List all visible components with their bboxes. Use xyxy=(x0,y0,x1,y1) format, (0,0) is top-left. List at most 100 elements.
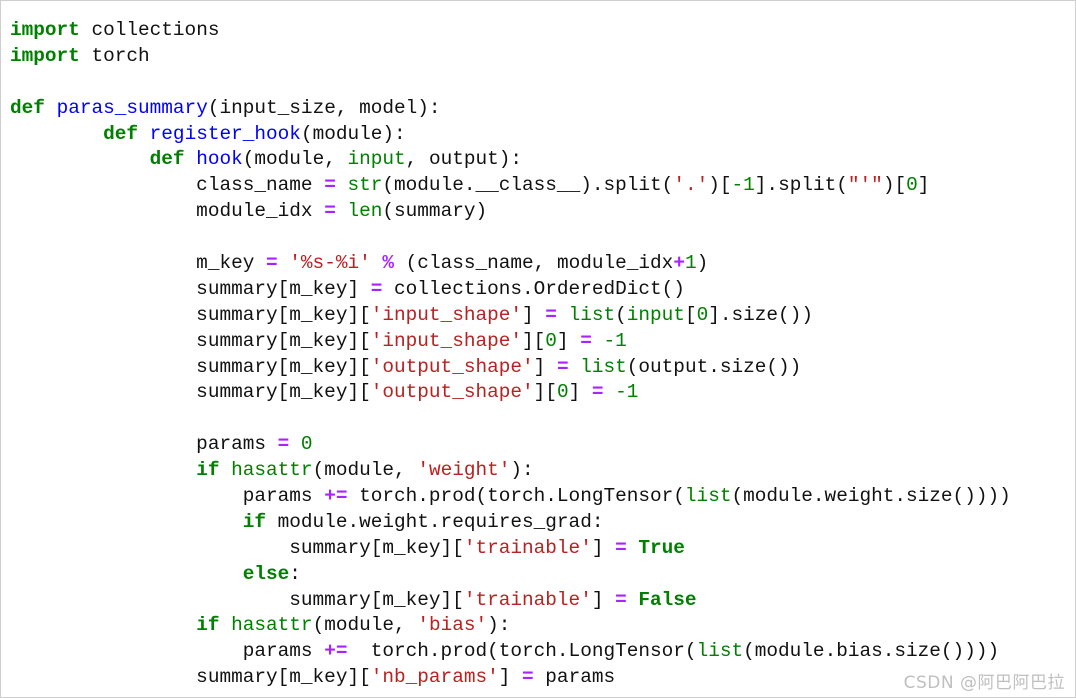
code-line: summary[m_key]['output_shape'][0] = -1 xyxy=(10,380,1011,406)
code-token-plain: class_name xyxy=(10,174,325,197)
code-token-plain: ] xyxy=(533,355,557,378)
code-token-op: = xyxy=(277,433,290,456)
code-token-plain: module.weight.requires_grad: xyxy=(266,510,604,533)
code-token-plain: ] xyxy=(591,588,616,611)
code-token-plain: ( xyxy=(615,303,627,326)
code-token-plain: summary[m_key][ xyxy=(10,381,371,404)
code-token-builtin: list xyxy=(568,303,616,326)
code-token-plain: ) xyxy=(696,252,709,275)
code-token-plain: module_idx xyxy=(10,200,325,223)
code-token-kw: def xyxy=(149,148,185,171)
code-token-builtin: hasattr xyxy=(231,614,313,637)
code-token-kw: import xyxy=(10,19,80,41)
code-token-op: = xyxy=(580,329,592,352)
code-line: def hook(module, input, output): xyxy=(10,147,1011,173)
code-token-plain: summary[m_key][ xyxy=(10,666,371,689)
code-token-plain: , output): xyxy=(405,148,523,171)
code-token-plain: params xyxy=(533,666,616,689)
code-token-plain: )[ xyxy=(882,174,907,197)
code-token-plain: torch.prod(torch.LongTensor( xyxy=(347,640,697,663)
code-token-builtin: list xyxy=(580,355,627,378)
code-token-num: 0 xyxy=(696,303,709,326)
code-token-plain: ): xyxy=(510,459,534,482)
code-token-plain: (module.weight.size()))) xyxy=(731,485,1011,508)
code-token-op: = xyxy=(591,381,604,404)
code-token-builtin: input xyxy=(347,148,406,171)
code-token-str: 'input_shape' xyxy=(370,329,523,352)
code-token-plain: collections xyxy=(79,19,220,41)
code-token-str: 'trainable' xyxy=(463,536,592,559)
code-token-str: 'weight' xyxy=(417,459,511,482)
code-token-builtin: str xyxy=(347,174,383,197)
code-token-plain: ): xyxy=(487,614,511,637)
code-token-builtin: list xyxy=(684,485,732,508)
code-token-plain: summary[m_key][ xyxy=(10,355,371,378)
code-line: summary[m_key]['input_shape'][0] = -1 xyxy=(10,329,1011,355)
code-token-plain: ].size()) xyxy=(708,303,813,326)
code-token-plain: (module): xyxy=(300,122,406,145)
code-cell[interactable]: import collections import torch def paras… xyxy=(0,0,1076,698)
code-token-op: = xyxy=(324,200,336,223)
code-token-op: = xyxy=(545,303,557,326)
code-token-num: -1 xyxy=(615,381,639,404)
code-token-plain: torch xyxy=(79,44,150,67)
code-line: import collections xyxy=(10,18,1011,44)
code-token-plain: torch.prod(torch.LongTensor( xyxy=(347,485,685,508)
code-line: if hasattr(module, 'bias'): xyxy=(10,613,1011,639)
code-editor[interactable]: import collections import torch def paras… xyxy=(10,18,1011,691)
code-token-str: 'bias' xyxy=(417,614,488,637)
code-token-plain: [ xyxy=(684,303,697,326)
code-token-plain: (class_name, module_idx xyxy=(394,252,674,275)
code-token-kw: if xyxy=(242,510,267,533)
code-line: else: xyxy=(10,562,1011,588)
code-token-plain: (input_size, model): xyxy=(207,96,441,119)
code-line: summary[m_key]['input_shape'] = list(inp… xyxy=(10,303,1011,329)
code-token-num: 0 xyxy=(545,329,557,352)
code-token-op: += xyxy=(324,485,348,508)
code-line: class_name = str(module.__class__).split… xyxy=(10,173,1011,199)
code-token-str: 'output_shape' xyxy=(370,381,534,404)
code-line: params += torch.prod(torch.LongTensor(li… xyxy=(10,639,1011,665)
code-token-plain: ] xyxy=(917,174,930,197)
code-token-plain: summary[m_key][ xyxy=(10,303,371,326)
code-line: def register_hook(module): xyxy=(10,122,1011,148)
code-line: summary[m_key]['trainable'] = True xyxy=(10,536,1011,562)
code-token-str: '%s-%i' xyxy=(289,252,371,275)
code-line: def paras_summary(input_size, model): xyxy=(10,96,1011,122)
code-line: import torch xyxy=(10,44,1011,70)
code-token-fn: register_hook xyxy=(149,122,301,145)
code-line: params += torch.prod(torch.LongTensor(li… xyxy=(10,484,1011,510)
code-token-plain: ].split( xyxy=(754,174,848,197)
code-token-op: = xyxy=(556,355,569,378)
code-token-op: % xyxy=(382,252,395,275)
code-token-str: '.' xyxy=(673,174,709,197)
code-token-builtin: len xyxy=(347,200,383,223)
code-token-kw: if xyxy=(196,459,220,482)
code-token-kw: if xyxy=(196,614,220,637)
code-token-plain: summary[m_key][ xyxy=(10,329,371,352)
code-token-plain: (module, xyxy=(312,459,418,482)
code-token-op: = xyxy=(370,277,383,300)
code-token-plain: params xyxy=(10,640,325,663)
code-token-plain: m_key xyxy=(10,252,266,275)
code-token-str: 'input_shape' xyxy=(370,303,523,326)
code-token-op: += xyxy=(324,640,348,663)
code-token-op: + xyxy=(673,252,685,275)
code-token-kw: def xyxy=(103,122,139,145)
code-token-builtin: input xyxy=(626,303,685,326)
